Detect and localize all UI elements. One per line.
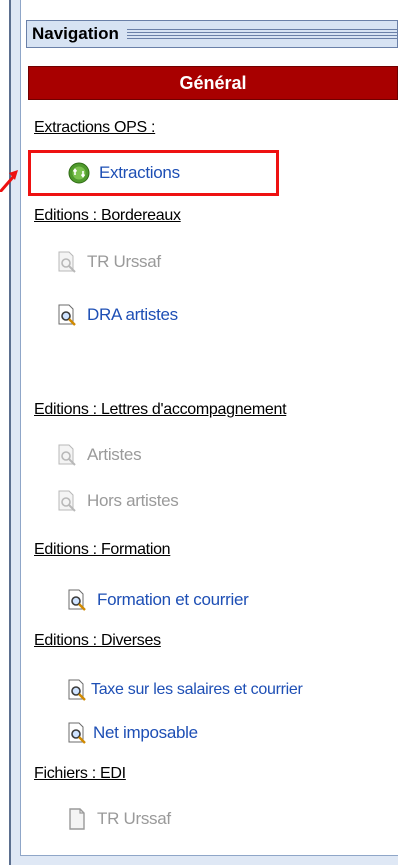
nav-item-label: DRA artistes: [87, 305, 178, 324]
annotation-highlight-box: [28, 150, 279, 196]
group-label-extractions-ops: Extractions OPS :: [34, 119, 156, 136]
nav-item-net-imposable[interactable]: Net imposable: [66, 722, 198, 744]
panel-bottom-border: [20, 855, 398, 865]
nav-item-label: TR Urssaf: [87, 252, 161, 271]
navigation-border: [20, 0, 21, 865]
nav-item-label: Artistes: [87, 445, 142, 464]
nav-item-label: Taxe sur les salaires et courrier: [91, 681, 303, 698]
window-edge: [0, 0, 9, 865]
nav-item-label: Net imposable: [93, 723, 198, 742]
nav-item-label: Formation et courrier: [97, 590, 249, 609]
document-magnifier-icon: [58, 251, 76, 273]
annotation-arrow-icon: [0, 170, 18, 192]
navigation-splitter[interactable]: [11, 0, 20, 865]
navigation-title: Navigation: [32, 24, 119, 43]
navigation-header[interactable]: Navigation: [26, 20, 398, 48]
nav-item-edi-tr-urssaf[interactable]: TR Urssaf: [66, 808, 171, 830]
group-label-lettres-accompagnement: Editions : Lettres d'accompagnement: [34, 401, 287, 418]
document-magnifier-icon: [58, 304, 76, 326]
header-grip-icon: [126, 29, 397, 39]
document-magnifier-icon: [68, 679, 86, 701]
document-magnifier-icon: [68, 589, 86, 611]
nav-item-tr-urssaf[interactable]: TR Urssaf: [56, 251, 161, 273]
nav-item-dra-artistes[interactable]: DRA artistes: [56, 304, 178, 326]
group-label-bordereaux: Editions : Bordereaux: [34, 207, 181, 224]
document-magnifier-icon: [58, 490, 76, 512]
nav-item-artistes[interactable]: Artistes: [56, 444, 142, 466]
nav-item-label: Hors artistes: [87, 491, 179, 510]
document-magnifier-icon: [58, 444, 76, 466]
group-label-fichiers-edi: Fichiers : EDI: [34, 765, 126, 782]
nav-item-taxe-salaires[interactable]: Taxe sur les salaires et courrier: [66, 679, 303, 701]
group-label-diverses: Editions : Diverses: [34, 632, 161, 649]
section-general-button[interactable]: Général: [28, 66, 398, 100]
document-magnifier-icon: [68, 722, 86, 744]
group-label-formation: Editions : Formation: [34, 541, 171, 558]
nav-item-label: TR Urssaf: [97, 809, 171, 828]
nav-item-hors-artistes[interactable]: Hors artistes: [56, 490, 179, 512]
document-icon: [69, 808, 85, 830]
section-general-label: Général: [179, 72, 247, 93]
nav-item-formation-courrier[interactable]: Formation et courrier: [66, 589, 249, 611]
